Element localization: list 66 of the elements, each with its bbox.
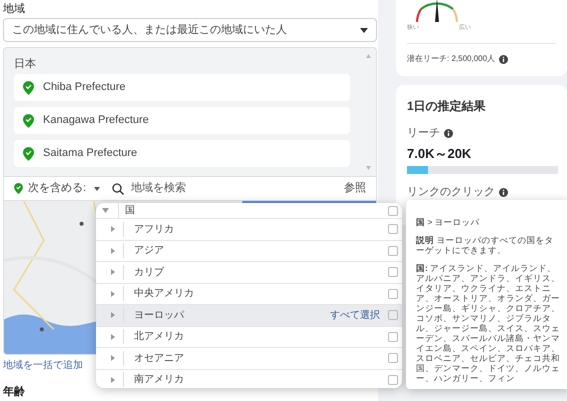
checkbox[interactable] — [388, 353, 398, 364]
browse-link[interactable]: 参照 — [344, 180, 366, 197]
results-title: 1日の推定結果 — [407, 98, 487, 115]
checkbox[interactable] — [388, 332, 398, 342]
region-row[interactable]: カリブ — [96, 262, 402, 284]
tooltip-countries: 国: アイスランド、アイルランド、アルバニア、アンドラ、イギリス、イタリア、ウクライナ、エストニア、オーストリア、オランダ、ガーンジー島、ギリシャ、クロアチア、コソボ、サンマリノ、ジブラルタル、ジャージー島、スイス、スウェーデン、スバールバル諸島・ヤンマイエン島、スペイン、スロバキア、スロベニア、セルビア、チェコ共和国、デンマーク、ドイツ、ノルウェー、ハンガリー、フィン — [416, 263, 561, 383]
location-pin-icon — [23, 114, 34, 128]
tooltip-description: 説明 ヨーロッパのすべての国をターゲットにできます。 — [416, 235, 554, 255]
info-icon[interactable] — [499, 188, 508, 197]
expand-caret-icon[interactable] — [102, 208, 109, 213]
info-icon[interactable] — [444, 128, 453, 138]
location-chip[interactable]: Chiba Prefecture — [14, 74, 350, 101]
age-label: 年齢 — [3, 384, 26, 400]
expand-caret-icon[interactable] — [111, 334, 115, 340]
region-row[interactable]: ヨーロッパ すべて選択 — [96, 305, 402, 326]
reach-value: 7.0K～20K — [407, 144, 472, 162]
region-label: アフリカ — [123, 222, 388, 237]
checkbox[interactable] — [388, 206, 398, 216]
country-heading: 日本 — [14, 57, 37, 68]
expand-caret-icon[interactable] — [111, 226, 115, 232]
scroll-up-icon[interactable] — [366, 54, 370, 58]
location-label: 地域 — [3, 2, 26, 16]
expand-caret-icon[interactable] — [111, 290, 115, 297]
expand-caret-icon[interactable] — [111, 312, 115, 318]
expand-caret-icon[interactable] — [111, 269, 115, 276]
location-pin-icon — [23, 80, 34, 94]
select-all-link[interactable]: すべて選択 — [330, 308, 380, 323]
checkbox[interactable] — [388, 267, 398, 278]
checkbox[interactable] — [388, 224, 398, 234]
checkbox[interactable] — [388, 310, 398, 320]
location-chip[interactable]: Saitama Prefecture — [14, 140, 350, 167]
search-field[interactable]: 地域を検索 — [131, 180, 344, 197]
clicks-label: リンクのクリック — [407, 185, 495, 200]
location-pin-icon — [23, 146, 34, 160]
region-label: カリブ — [123, 264, 388, 280]
region-row[interactable]: オセアニア — [96, 348, 402, 370]
region-row[interactable]: 中央アメリカ — [96, 284, 402, 305]
location-chip[interactable]: Kanagawa Prefecture — [14, 107, 350, 134]
mode-select[interactable]: この地域に住んでいる人、または最近この地域にいた人 — [3, 18, 377, 42]
reach-label: リーチ — [407, 126, 440, 141]
expand-caret-icon[interactable] — [111, 248, 115, 254]
scroll-down-icon[interactable] — [366, 166, 370, 170]
region-row[interactable]: アジア — [96, 240, 402, 262]
region-label: 南アメリカ — [123, 372, 388, 388]
location-pin-icon — [14, 183, 23, 194]
potential-reach: 潜在リーチ: 2,500,000人 — [407, 53, 496, 65]
region-label: オセアニア — [123, 350, 388, 366]
info-icon[interactable] — [499, 54, 508, 64]
region-label: アジア — [123, 243, 388, 258]
region-label: 北アメリカ — [123, 329, 388, 344]
expand-caret-icon[interactable] — [111, 355, 115, 362]
region-row[interactable]: 南アメリカ — [96, 370, 402, 388]
expand-caret-icon[interactable] — [111, 376, 115, 383]
region-label: ヨーロッパ — [123, 308, 330, 323]
checkbox[interactable] — [388, 374, 398, 385]
region-label: 中央アメリカ — [123, 286, 388, 302]
region-row[interactable]: 北アメリカ — [96, 326, 402, 348]
checkbox[interactable] — [388, 246, 398, 256]
tooltip-path: 国 > ヨーロッパ — [416, 217, 481, 227]
caret-icon — [94, 186, 100, 190]
search-icon — [112, 182, 124, 194]
menu-header: 国 — [118, 203, 388, 218]
region-row[interactable]: アフリカ — [96, 219, 402, 240]
checkbox[interactable] — [388, 288, 398, 299]
caret-icon — [360, 28, 368, 32]
include-dropdown[interactable]: 次を含める: — [14, 180, 100, 197]
